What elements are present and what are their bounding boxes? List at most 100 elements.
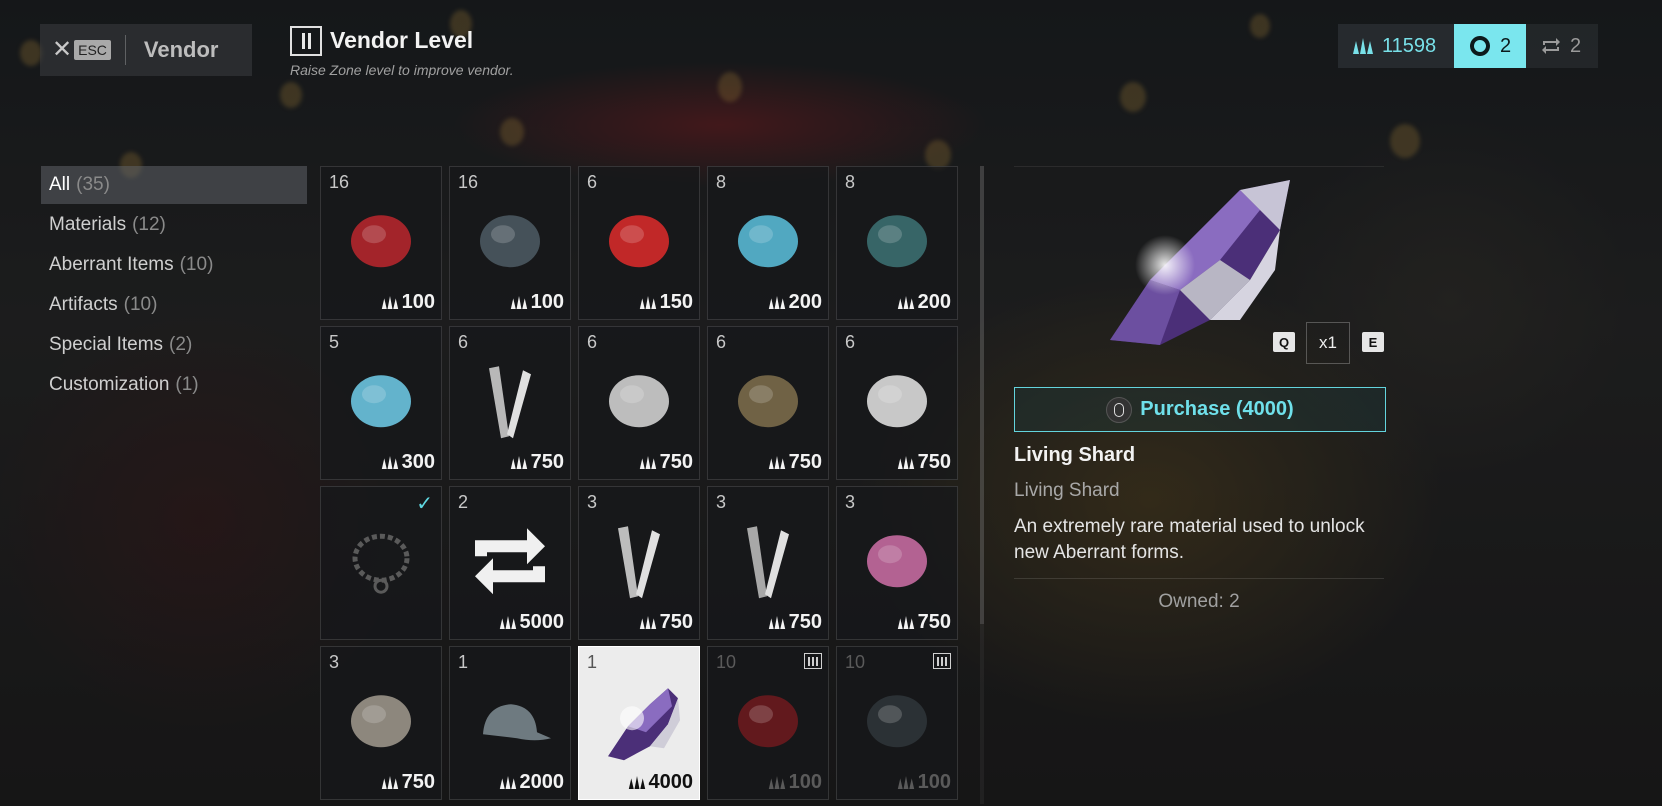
item-price-value: 100: [917, 771, 951, 793]
owned-check-icon: ✓: [416, 493, 433, 515]
mouse-icon: [1106, 396, 1133, 423]
dark-comet-material-icon: [867, 695, 927, 748]
item-stock: 16: [458, 172, 479, 192]
item-price: 100: [510, 291, 564, 314]
item-slot[interactable]: 8 200: [707, 166, 829, 320]
item-price-value: 300: [401, 451, 435, 473]
vendor-level-icon: [290, 26, 322, 56]
currency-scrap: 11598: [1338, 24, 1454, 68]
category-count: (2): [169, 334, 193, 355]
item-slot[interactable]: 2 5000: [449, 486, 571, 640]
crown-currency-icon: [381, 775, 398, 790]
circle-token-icon: [1470, 36, 1490, 56]
item-slot[interactable]: ✓: [320, 486, 442, 640]
item-slot[interactable]: 1 4000: [578, 646, 700, 800]
item-slot[interactable]: 5 300: [320, 326, 442, 480]
crown-currency-icon: [499, 775, 516, 790]
chain-bracelet-item-icon: [352, 533, 410, 594]
item-slot[interactable]: 6 750: [449, 326, 571, 480]
item-slot[interactable]: 10 100: [836, 646, 958, 800]
item-slot[interactable]: 10 100: [707, 646, 829, 800]
crown-currency-icon: [381, 455, 398, 470]
category-materials[interactable]: Materials (12): [41, 206, 307, 244]
item-stock: 8: [716, 172, 727, 192]
header-divider: [124, 35, 126, 65]
item-slot[interactable]: 16 100: [449, 166, 571, 320]
crown-currency-icon: [639, 455, 656, 470]
category-artifacts[interactable]: Artifacts (10): [41, 286, 307, 324]
item-slot[interactable]: 3 750: [836, 486, 958, 640]
item-stock: 3: [845, 492, 856, 512]
crown-currency-icon: [381, 295, 398, 310]
item-stock: 6: [587, 332, 598, 352]
item-price-value: 750: [917, 451, 951, 473]
colorful-bundle-item-icon: [867, 535, 927, 588]
category-count: (1): [175, 374, 199, 395]
close-vendor-button[interactable]: ✕ ESC Vendor: [40, 24, 252, 76]
category-label: Aberrant Items: [49, 254, 174, 275]
crown-currency-icon: [499, 615, 516, 630]
blue-burst-material-icon: [351, 375, 411, 428]
category-customization[interactable]: Customization (1): [41, 366, 307, 404]
item-stock: 16: [329, 172, 350, 192]
item-slot[interactable]: 3 750: [320, 646, 442, 800]
item-slot[interactable]: 1 2000: [449, 646, 571, 800]
scaffold-item-icon: [747, 526, 789, 599]
item-slot[interactable]: 6 150: [578, 166, 700, 320]
item-price: 750: [897, 451, 951, 474]
item-price-value: 750: [401, 771, 435, 793]
item-price: 300: [381, 451, 435, 474]
currency-reroll: 2: [1526, 24, 1598, 68]
item-price: 750: [639, 611, 693, 634]
level-lock-icon: [804, 653, 822, 669]
purchase-button[interactable]: Purchase (4000): [1014, 387, 1386, 432]
item-slot[interactable]: 6 750: [578, 326, 700, 480]
item-price-value: 750: [917, 611, 951, 633]
item-stock: 3: [587, 492, 598, 512]
next-key-hint[interactable]: E: [1362, 332, 1384, 352]
item-slot[interactable]: 3 750: [707, 486, 829, 640]
item-slot[interactable]: 3 750: [578, 486, 700, 640]
item-price: 2000: [499, 771, 565, 794]
item-description: An extremely rare material used to unloc…: [1014, 516, 1365, 563]
cyan-cloud-material-icon: [738, 215, 798, 268]
prev-key-hint[interactable]: Q: [1273, 332, 1295, 352]
currency-scrap-value: 11598: [1382, 34, 1437, 57]
crown-currency-icon: [897, 775, 914, 790]
item-stock: 2: [458, 492, 469, 512]
item-price-value: 5000: [519, 611, 565, 633]
level-lock-icon: [933, 653, 951, 669]
silver-crystal-material-icon: [609, 375, 669, 428]
item-price-value: 200: [788, 291, 822, 313]
item-slot[interactable]: 6 750: [707, 326, 829, 480]
item-price-value: 2000: [519, 771, 565, 793]
cap-customization-icon: [483, 704, 551, 741]
reroll-icon: [1542, 38, 1560, 54]
item-slot[interactable]: 16 100: [320, 166, 442, 320]
esc-key-hint: ESC: [74, 40, 111, 60]
living-shard-item-icon: [608, 688, 680, 761]
quantity-selector[interactable]: x1: [1306, 322, 1350, 364]
category-count: (35): [76, 174, 110, 195]
item-stock: 6: [587, 172, 598, 192]
item-price: 750: [381, 771, 435, 794]
category-aberrant-items[interactable]: Aberrant Items (10): [41, 246, 307, 284]
grid-scrollbar-thumb[interactable]: [980, 166, 984, 624]
category-all[interactable]: All (35): [41, 166, 307, 204]
item-price-value: 750: [659, 611, 693, 633]
category-special-items[interactable]: Special Items (2): [41, 326, 307, 364]
crown-currency-icon: [897, 455, 914, 470]
item-price-value: 750: [788, 611, 822, 633]
teal-orb-material-icon: [867, 215, 927, 268]
item-slot[interactable]: 6 750: [836, 326, 958, 480]
crown-currency-icon: [1353, 38, 1373, 54]
item-stock: 3: [329, 652, 340, 672]
item-price: 200: [897, 291, 951, 314]
item-stock: 5: [329, 332, 340, 352]
page-title: Vendor: [143, 37, 219, 62]
red-tendril-material-icon: [738, 695, 798, 748]
grid-scrollbar-track[interactable]: [980, 624, 984, 804]
item-slot[interactable]: 8 200: [836, 166, 958, 320]
crown-currency-icon: [639, 615, 656, 630]
vendor-level-title: Vendor Level: [330, 27, 474, 53]
